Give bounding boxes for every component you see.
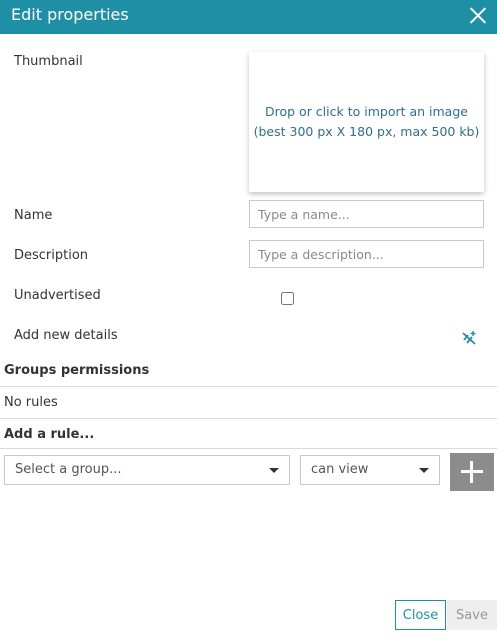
unadvertised-label: Unadvertised [14, 288, 101, 303]
name-input[interactable] [249, 200, 484, 228]
group-select-value: Select a group... [15, 462, 122, 477]
groups-permissions-title: Groups permissions [4, 363, 150, 378]
thumbnail-dropzone[interactable]: Drop or click to import an image (best 3… [249, 52, 484, 192]
unadvertised-checkbox[interactable] [281, 292, 294, 305]
description-input[interactable] [249, 240, 484, 268]
divider [0, 386, 497, 387]
no-rules-text: No rules [4, 395, 58, 410]
dialog-header: Edit properties [0, 0, 497, 34]
permission-select[interactable]: can view [300, 455, 440, 485]
name-label: Name [14, 208, 53, 223]
close-button[interactable]: Close [395, 600, 446, 630]
description-label: Description [14, 248, 89, 263]
close-icon[interactable] [467, 4, 489, 26]
thumbnail-size-hint: (best 300 px X 180 px, max 500 kb) [253, 124, 480, 139]
permission-select-value: can view [311, 462, 369, 477]
thumbnail-label: Thumbnail [14, 54, 83, 69]
save-button[interactable]: Save [447, 600, 497, 630]
divider [0, 448, 497, 449]
add-details-label: Add new details [14, 328, 118, 343]
add-rule-button[interactable] [450, 453, 494, 491]
divider [0, 418, 497, 419]
chevron-down-icon [269, 468, 279, 473]
add-field-icon[interactable] [461, 330, 477, 346]
thumbnail-instructions: Drop or click to import an image [265, 104, 468, 119]
add-rule-title: Add a rule... [4, 427, 95, 442]
dialog-title: Edit properties [11, 5, 129, 24]
group-select[interactable]: Select a group... [4, 455, 290, 485]
chevron-down-icon [419, 468, 429, 473]
